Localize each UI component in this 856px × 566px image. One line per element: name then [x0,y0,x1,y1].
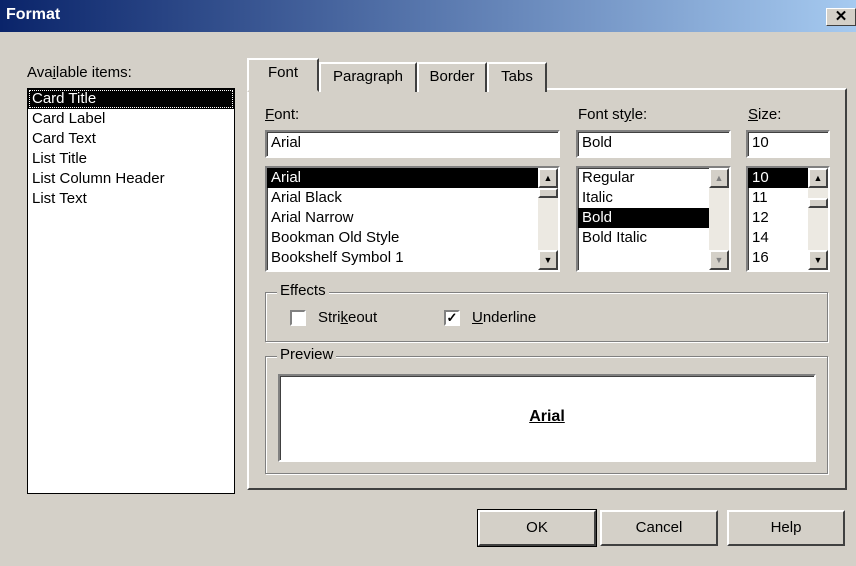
list-item[interactable]: Card Title [28,89,234,109]
style-list-rows: Regular Italic Bold Bold Italic [578,168,729,248]
up-arrow-icon[interactable]: ▲ [709,168,729,188]
title-bar[interactable]: Format ✕ [0,0,856,32]
up-arrow-icon[interactable]: ▲ [808,168,828,188]
checkmark-icon: ✓ [446,310,458,325]
available-items-list[interactable]: Card Title Card Label Card Text List Title L… [27,88,235,494]
effects-label: Effects [277,282,329,299]
list-item[interactable]: Arial Black [267,188,558,208]
ok-button[interactable]: OK [477,509,597,547]
strikeout-checkbox[interactable] [290,310,306,326]
list-item[interactable]: Italic [578,188,729,208]
list-item[interactable]: List Title [28,149,234,169]
down-arrow-icon[interactable]: ▼ [538,250,558,270]
list-item[interactable]: Bookman Old Style [267,228,558,248]
strikeout-label: Strikeout [318,309,378,326]
underline-checkbox[interactable]: ✓ [444,310,460,326]
tab-border[interactable]: Border [417,62,487,92]
list-item[interactable]: List Column Header [28,169,234,189]
down-arrow-icon[interactable]: ▼ [709,250,729,270]
window-title: Format [6,6,61,23]
list-item[interactable]: Card Label [28,109,234,129]
style-scrollbar[interactable]: ▲ ▼ [709,168,729,270]
list-item[interactable]: Arial [267,168,558,188]
preview-box: Arial [278,374,816,462]
scroll-thumb[interactable] [538,188,558,198]
list-item[interactable]: Bold Italic [578,228,729,248]
tab-paragraph[interactable]: Paragraph [319,62,417,92]
list-item[interactable]: Arial Narrow [267,208,558,228]
cancel-button[interactable]: Cancel [600,510,718,546]
size-input[interactable]: 10 [746,130,830,158]
size-listbox[interactable]: 10 11 12 14 16 ▲ ▼ [746,166,830,272]
font-label: Font: [265,106,300,123]
font-list-rows: Arial Arial Black Arial Narrow Bookman Old … [267,168,558,268]
up-arrow-icon[interactable]: ▲ [538,168,558,188]
list-item[interactable]: Regular [578,168,729,188]
list-item[interactable]: Card Text [28,129,234,149]
font-style-input[interactable]: Bold [576,130,731,158]
close-icon[interactable]: ✕ [826,8,856,26]
list-item[interactable]: Bookshelf Symbol 1 [267,248,558,268]
size-label: Size: [748,106,782,123]
underline-label: Underline [472,309,537,326]
scroll-thumb[interactable] [808,198,828,208]
tab-tabs[interactable]: Tabs [487,62,547,92]
font-style-listbox[interactable]: Regular Italic Bold Bold Italic ▲ ▼ [576,166,731,272]
tab-font[interactable]: Font [247,58,319,92]
down-arrow-icon[interactable]: ▼ [808,250,828,270]
font-listbox[interactable]: Arial Arial Black Arial Narrow Bookman Old … [265,166,560,272]
list-item[interactable]: List Text [28,189,234,209]
preview-label: Preview [277,346,337,363]
size-scrollbar[interactable]: ▲ ▼ [808,168,828,270]
preview-sample-text: Arial [529,408,565,425]
list-item[interactable]: Bold [578,208,729,228]
font-scrollbar[interactable]: ▲ ▼ [538,168,558,270]
available-items-label: Available items: [27,64,132,81]
help-button[interactable]: Help [727,510,845,546]
font-style-label: Font style: [578,106,648,123]
font-input[interactable]: Arial [265,130,560,158]
